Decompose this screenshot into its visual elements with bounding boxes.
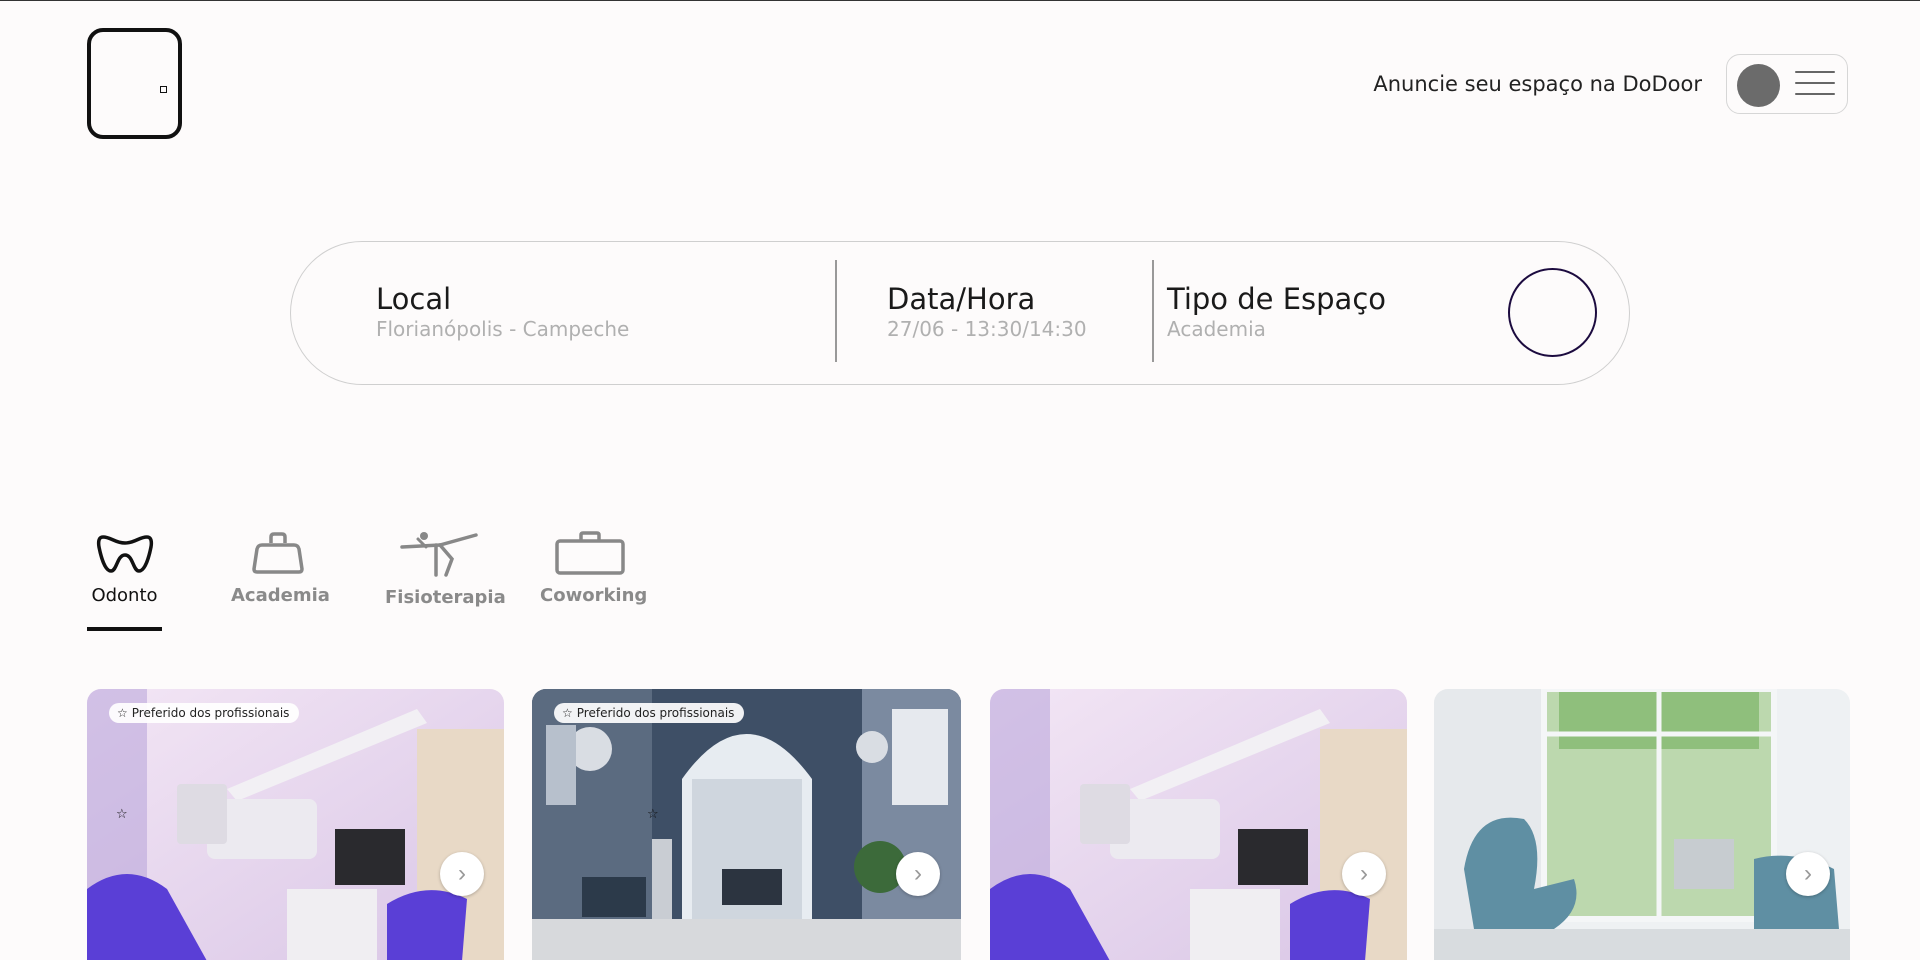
listing-card[interactable]: › (990, 689, 1407, 960)
door-knob-icon (160, 86, 167, 93)
category-odonto[interactable]: Odonto (87, 531, 162, 606)
search-bar: Local Florianópolis - Campeche Data/Hora… (290, 241, 1630, 385)
kettlebell-icon (252, 532, 304, 574)
local-label: Local (376, 282, 452, 316)
local-field[interactable]: Local Florianópolis - Campeche (376, 282, 629, 342)
next-image-button[interactable]: › (440, 852, 484, 896)
active-tab-indicator (87, 627, 162, 631)
listing-photo (1434, 689, 1850, 960)
avatar (1737, 64, 1780, 107)
listing-card[interactable]: ☆ Preferido dos profissionais ☆ › (87, 689, 504, 960)
date-field[interactable]: Data/Hora 27/06 - 13:30/14:30 (887, 282, 1087, 342)
star-icon: ☆ (647, 807, 659, 822)
category-coworking[interactable]: Coworking (540, 531, 648, 606)
space-type-label: Tipo de Espaço (1167, 282, 1387, 316)
space-type-value: Academia (1167, 317, 1266, 341)
category-label: Odonto (91, 585, 158, 606)
logo[interactable] (87, 28, 182, 139)
star-icon: ☆ (116, 807, 128, 822)
category-label: Coworking (540, 585, 648, 606)
category-fisioterapia[interactable]: Fisioterapia (385, 531, 506, 608)
date-label: Data/Hora (887, 282, 1036, 316)
tooth-icon (96, 535, 153, 573)
listing-card[interactable]: › (1434, 689, 1850, 960)
category-label: Fisioterapia (385, 587, 506, 608)
listing-photo (87, 689, 504, 960)
listing-photo (990, 689, 1407, 960)
local-value: Florianópolis - Campeche (376, 317, 630, 341)
date-value: 27/06 - 13:30/14:30 (887, 317, 1087, 341)
next-image-button[interactable]: › (896, 852, 940, 896)
divider (1152, 260, 1154, 362)
user-menu-button[interactable] (1726, 54, 1848, 114)
listing-photo (532, 689, 961, 960)
next-image-button[interactable]: › (1342, 852, 1386, 896)
divider (835, 260, 837, 362)
briefcase-icon (555, 531, 625, 575)
hamburger-icon (1795, 71, 1835, 99)
announce-link[interactable]: Anuncie seu espaço na DoDoor (1373, 72, 1702, 96)
category-academia[interactable]: Academia (231, 531, 330, 606)
space-type-field[interactable]: Tipo de Espaço Academia (1167, 282, 1386, 342)
search-button[interactable] (1508, 268, 1597, 357)
preferred-badge: ☆ Preferido dos profissionais (554, 703, 745, 723)
category-label: Academia (231, 585, 330, 606)
listing-card[interactable]: ☆ Preferido dos profissionais ☆ › (532, 689, 961, 960)
preferred-badge: ☆ Preferido dos profissionais (109, 703, 300, 723)
stretching-icon (400, 532, 478, 577)
next-image-button[interactable]: › (1786, 852, 1830, 896)
